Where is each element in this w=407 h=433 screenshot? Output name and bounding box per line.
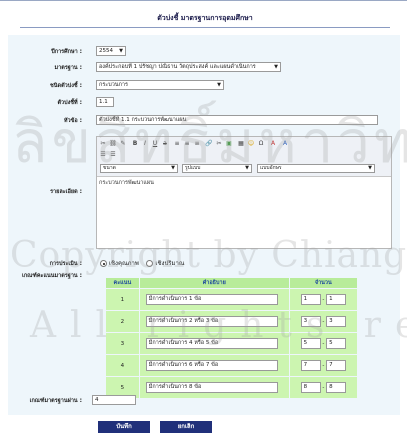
target-input[interactable]: 4: [92, 395, 136, 405]
editor-content[interactable]: กระบวนการพัฒนาแผน: [99, 179, 154, 187]
chevron-down-icon: ▼: [119, 48, 123, 54]
assessment-radio-group: เชิงคุณภาพ เชิงปริมาณ: [100, 258, 184, 268]
year-label: ปีการศึกษา :: [51, 48, 82, 55]
score-cell: 1: [105, 288, 140, 311]
table-row: 4 มีการดำเนินการ 6 หรือ 7 ข้อ 7 - 7: [105, 354, 359, 377]
score-cell: 3: [105, 332, 140, 355]
unlink-icon[interactable]: ✂: [215, 140, 223, 148]
header-description: คำอธิบาย: [138, 277, 290, 289]
cancel-button[interactable]: ยกเลิก: [160, 421, 212, 433]
image-icon[interactable]: ▣: [225, 140, 233, 148]
indicator-no-input[interactable]: 1.1: [96, 97, 114, 107]
radio-qualitative-label: เชิงคุณภาพ: [108, 260, 139, 267]
criteria-table: คะแนน คำอธิบาย จำนวน 1 มีการดำเนินการ 1 …: [105, 277, 359, 399]
topic-label: หัวข้อ :: [63, 117, 82, 124]
rich-text-editor[interactable]: ✂ ⛓ ✎ B I U a ≡ ≡ ≡ 🔗 ✂ ▣ ▦ ☺ Ω A A ☰ ☰ …: [96, 136, 392, 249]
align-center-icon[interactable]: ≡: [183, 140, 191, 148]
amount-from-input[interactable]: 7: [300, 360, 321, 371]
target-label: เกณฑ์มาตรฐานผ่าน :: [29, 397, 82, 404]
amount-from-input[interactable]: 5: [300, 338, 321, 349]
smiley-icon[interactable]: ☺: [247, 140, 255, 148]
description-input[interactable]: มีการดำเนินการ 2 หรือ 3 ข้อ: [145, 316, 278, 327]
table-row: 3 มีการดำเนินการ 4 หรือ 5 ข้อ 5 - 5: [105, 332, 359, 355]
chevron-down-icon: ▼: [171, 165, 175, 171]
amount-to-input[interactable]: 1: [326, 294, 347, 305]
chevron-down-icon: ▼: [368, 165, 372, 171]
hyperlink-icon[interactable]: 🔗: [205, 140, 213, 148]
table-header-row: คะแนน คำอธิบาย จำนวน: [105, 277, 359, 289]
chevron-down-icon: ▼: [274, 64, 278, 70]
description-input[interactable]: มีการดำเนินการ 1 ข้อ: [145, 294, 278, 305]
score-cell: 2: [105, 310, 140, 333]
bullet-list-icon[interactable]: ☰: [99, 151, 107, 159]
year-select[interactable]: 2554 ▼: [96, 46, 126, 56]
radio-quantitative[interactable]: [146, 260, 154, 267]
bg-color-icon[interactable]: A: [281, 140, 289, 148]
table-row: 2 มีการดำเนินการ 2 หรือ 3 ข้อ 3 - 3: [105, 310, 359, 333]
editor-toolbar: ✂ ⛓ ✎ B I U a ≡ ≡ ≡ 🔗 ✂ ▣ ▦ ☺ Ω A A ☰ ☰ …: [97, 137, 391, 177]
italic-icon[interactable]: I: [141, 140, 149, 148]
underline-icon[interactable]: U: [151, 140, 159, 148]
score-cell: 4: [105, 354, 140, 377]
standard-select[interactable]: องค์ประกอบที่ 1 ปรัชญา ปณิธาน วัตถุประสง…: [96, 62, 281, 72]
criteria-label: เกณฑ์คะแนนมาตรฐาน :: [21, 272, 82, 279]
table-row: 5 มีการดำเนินการ 8 ข้อ 8 - 8: [105, 376, 359, 399]
indicator-no-label: ตัวบ่งชี้ที่ :: [57, 99, 82, 106]
font-select[interactable]: แบบอักษร ▼: [257, 164, 375, 173]
amount-to-input[interactable]: 7: [326, 360, 347, 371]
standard-label: มาตรฐาน :: [54, 64, 82, 71]
header-amount: จำนวน: [288, 277, 359, 289]
amount-from-input[interactable]: 8: [300, 382, 321, 393]
table-row: 1 มีการดำเนินการ 1 ข้อ 1 - 1: [105, 288, 359, 311]
amount-to-input[interactable]: 8: [326, 382, 347, 393]
link-icon[interactable]: ⛓: [109, 140, 117, 148]
page-title: ตัวบ่งชี้ มาตรฐานการอุดมศึกษา: [20, 8, 390, 28]
top-border: [0, 0, 407, 5]
amount-from-input[interactable]: 3: [300, 316, 321, 327]
description-input[interactable]: มีการดำเนินการ 4 หรือ 5 ข้อ: [145, 338, 278, 349]
edit-icon[interactable]: ✎: [119, 140, 127, 148]
align-left-icon[interactable]: ≡: [173, 140, 181, 148]
cut-icon[interactable]: ✂: [99, 140, 107, 148]
description-input[interactable]: มีการดำเนินการ 8 ข้อ: [145, 382, 278, 393]
save-button[interactable]: บันทึก: [98, 421, 150, 433]
assessment-label: การประเมิน :: [49, 260, 82, 267]
strikethrough-icon[interactable]: a: [161, 140, 169, 148]
description-input[interactable]: มีการดำเนินการ 6 หรือ 7 ข้อ: [145, 360, 278, 371]
text-color-icon[interactable]: A: [269, 140, 277, 148]
detail-label: รายละเอียด :: [50, 188, 82, 195]
bold-icon[interactable]: B: [131, 140, 139, 148]
chevron-down-icon: ▼: [217, 82, 221, 88]
indicator-type-select[interactable]: กระบวนการ ▼: [96, 80, 224, 90]
indicator-type-label: ชนิดตัวบ่งชี้ :: [50, 82, 82, 89]
topic-input[interactable]: ตัวบ่งชี้ที่ 1.1 กระบวนการพัฒนาแผน: [96, 115, 378, 125]
amount-from-input[interactable]: 1: [300, 294, 321, 305]
align-right-icon[interactable]: ≡: [193, 140, 201, 148]
radio-quantitative-label: เชิงปริมาณ: [155, 260, 185, 267]
special-char-icon[interactable]: Ω: [257, 140, 265, 148]
size-select[interactable]: ขนาด ▼: [100, 164, 178, 173]
format-select[interactable]: รูปแบบ ▼: [182, 164, 252, 173]
radio-qualitative[interactable]: [100, 260, 107, 267]
table-icon[interactable]: ▦: [237, 140, 245, 148]
number-list-icon[interactable]: ☰: [109, 151, 117, 159]
header-score: คะแนน: [105, 277, 140, 289]
amount-to-input[interactable]: 5: [326, 338, 347, 349]
chevron-down-icon: ▼: [245, 165, 249, 171]
amount-to-input[interactable]: 3: [326, 316, 347, 327]
